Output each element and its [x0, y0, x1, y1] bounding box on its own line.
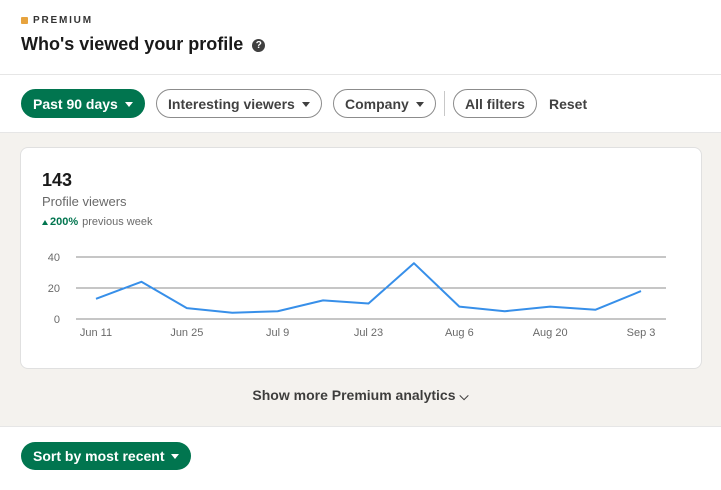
x-tick-label: Jul 23	[354, 327, 383, 339]
chart-y-ticks: 0 20 40	[48, 252, 60, 326]
trend-suffix: previous week	[82, 216, 153, 228]
x-tick-label: Jun 25	[170, 327, 203, 339]
viewer-count: 143	[42, 170, 73, 190]
show-more-label: Show more Premium analytics	[252, 387, 456, 403]
filter-bar: Past 90 days Interesting viewers Company…	[0, 75, 721, 133]
sort-button[interactable]: Sort by most recent	[21, 442, 192, 470]
chart-gridlines	[76, 256, 666, 320]
all-filters-label: All filters	[465, 95, 525, 112]
y-tick-label: 0	[54, 314, 60, 326]
filter-divider	[444, 91, 445, 116]
caret-down-icon	[415, 101, 424, 107]
trend-up-icon	[42, 219, 48, 225]
help-icon[interactable]: ?	[252, 38, 266, 52]
sort-label: Sort by most recent	[33, 448, 165, 464]
page-header: PREMIUM Who's viewed your profile ?	[0, 0, 721, 75]
show-more-analytics-button[interactable]: Show more Premium analytics ⌵	[0, 387, 721, 404]
premium-row: PREMIUM	[21, 15, 93, 26]
y-tick-label: 20	[48, 283, 60, 295]
time-range-filter-button[interactable]: Past 90 days	[21, 89, 145, 118]
x-tick-label: Aug 6	[445, 327, 474, 339]
caret-down-icon	[301, 101, 310, 107]
caret-down-icon	[124, 101, 133, 107]
y-tick-label: 40	[48, 252, 60, 264]
x-tick-label: Jul 9	[266, 327, 289, 339]
page-title: Who's viewed your profile	[21, 34, 244, 54]
x-tick-label: Sep 3	[627, 327, 656, 339]
all-filters-button[interactable]: All filters	[453, 89, 537, 118]
viewer-count-label: Profile viewers	[42, 194, 127, 209]
time-range-filter-label: Past 90 days	[33, 95, 118, 112]
analytics-section: 143 Profile viewers 200% previous week 0…	[0, 133, 721, 427]
page-title-row: Who's viewed your profile ?	[21, 34, 266, 55]
premium-badge-icon	[21, 17, 28, 24]
x-tick-label: Aug 20	[533, 327, 568, 339]
profile-viewers-card: 143 Profile viewers 200% previous week 0…	[20, 147, 702, 369]
interesting-viewers-filter-button[interactable]: Interesting viewers	[156, 89, 322, 118]
profile-views-chart: 0 20 40 Jun 11 Jun 25 Jul 9 Jul 23 Aug 6 Aug 20…	[48, 252, 666, 339]
chart-x-ticks: Jun 11 Jun 25 Jul 9 Jul 23 Aug 6 Aug 20 Sep 3	[80, 327, 655, 339]
trend-row: 200% previous week	[42, 216, 152, 228]
chevron-down-icon: ⌵	[459, 389, 469, 403]
company-filter-label: Company	[345, 95, 409, 112]
x-tick-label: Jun 11	[80, 327, 112, 339]
caret-down-icon	[171, 454, 180, 459]
reset-button[interactable]: Reset	[549, 96, 587, 112]
interesting-viewers-filter-label: Interesting viewers	[168, 95, 295, 112]
company-filter-button[interactable]: Company	[333, 89, 436, 118]
trend-percentage: 200%	[50, 216, 79, 228]
premium-label: PREMIUM	[33, 15, 93, 26]
